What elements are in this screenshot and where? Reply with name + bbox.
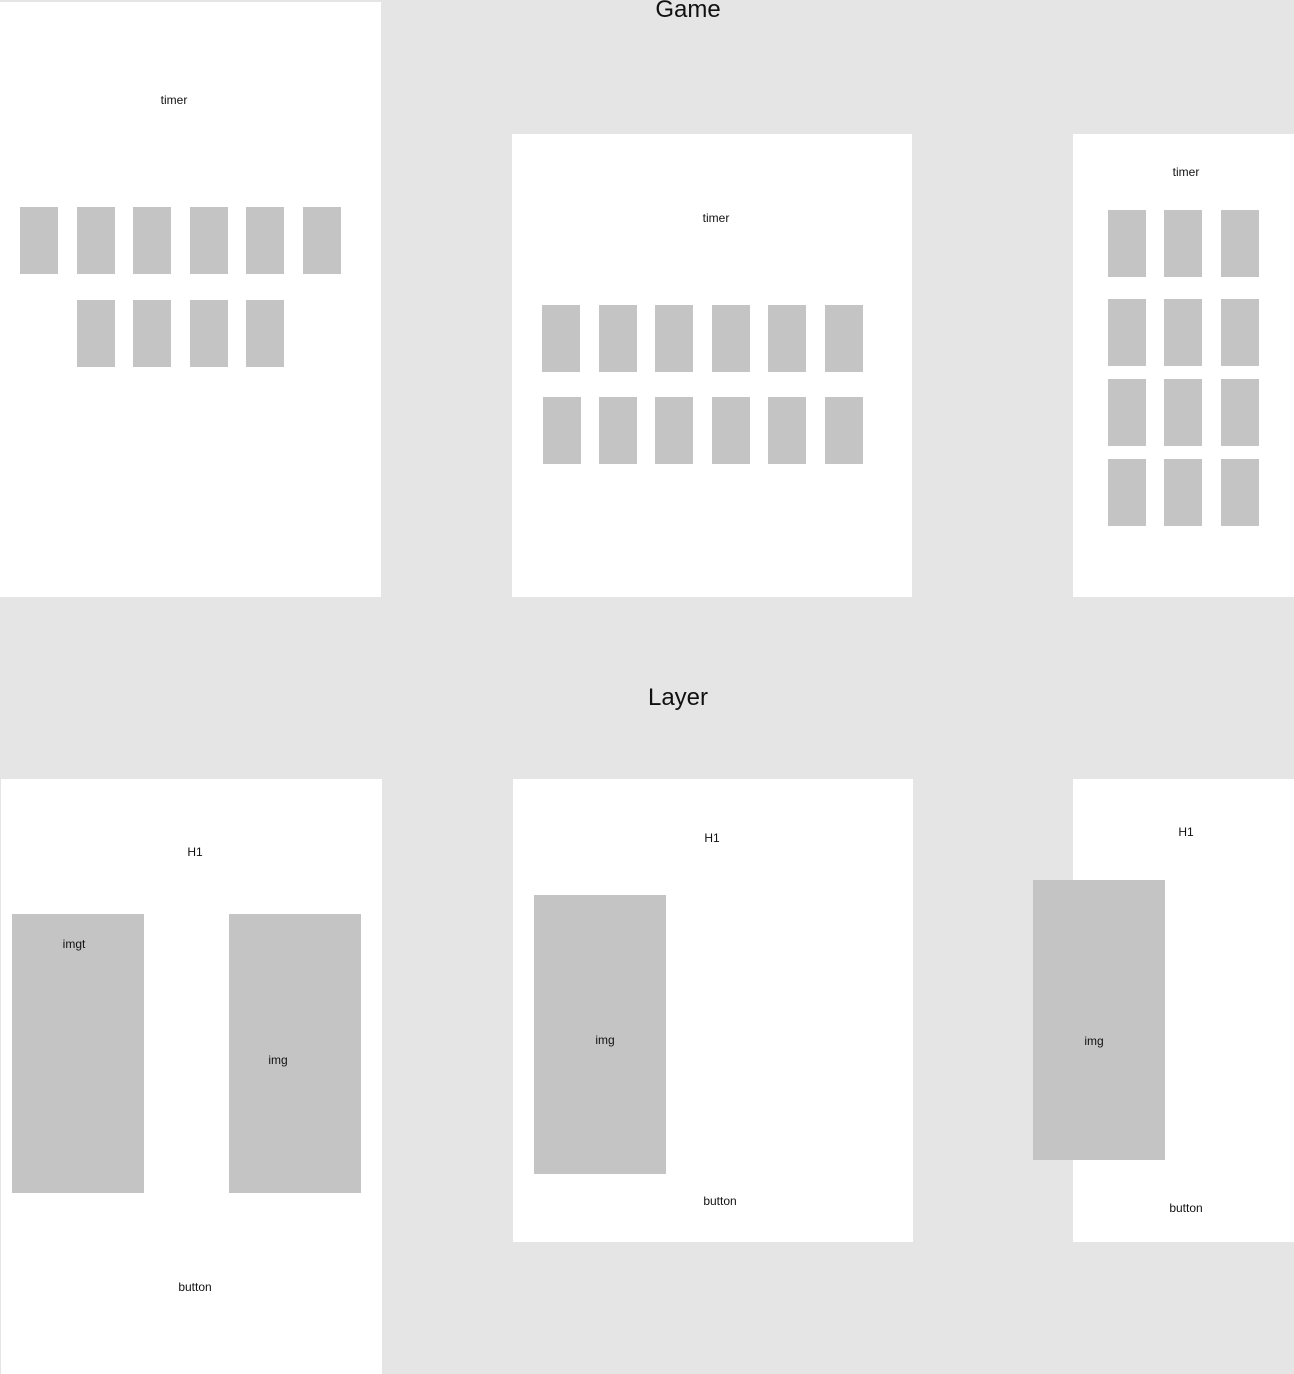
game-card[interactable] bbox=[825, 305, 863, 372]
game-desktop-frame: timer bbox=[0, 2, 381, 597]
game-card[interactable] bbox=[542, 305, 580, 372]
game-card[interactable] bbox=[77, 300, 115, 367]
heading-h1: H1 bbox=[704, 831, 720, 845]
game-card[interactable] bbox=[712, 397, 750, 464]
game-card[interactable] bbox=[599, 397, 637, 464]
image-placeholder: img bbox=[534, 895, 666, 1174]
game-card[interactable] bbox=[655, 305, 693, 372]
layer-tablet-frame: H1 img button bbox=[513, 779, 913, 1242]
timer-label: timer bbox=[702, 211, 730, 225]
game-card[interactable] bbox=[543, 397, 581, 464]
game-card[interactable] bbox=[1108, 459, 1146, 526]
game-card[interactable] bbox=[133, 300, 171, 367]
game-card[interactable] bbox=[133, 207, 171, 274]
game-card[interactable] bbox=[655, 397, 693, 464]
game-card[interactable] bbox=[1164, 379, 1202, 446]
image-placeholder: img bbox=[1033, 880, 1165, 1160]
heading-h1: H1 bbox=[187, 845, 203, 859]
button[interactable]: button bbox=[703, 1194, 736, 1208]
image-placeholder: imgt bbox=[12, 914, 144, 1193]
image-label: imgt bbox=[62, 937, 86, 951]
section-title-layer: Layer bbox=[647, 684, 709, 711]
game-card[interactable] bbox=[1221, 379, 1259, 446]
game-mobile-frame: timer bbox=[1073, 134, 1294, 597]
timer-label: timer bbox=[160, 93, 188, 107]
game-card[interactable] bbox=[1108, 210, 1146, 277]
timer-label: timer bbox=[1172, 165, 1200, 179]
game-card[interactable] bbox=[246, 207, 284, 274]
image-placeholder: img bbox=[229, 914, 361, 1193]
game-card[interactable] bbox=[190, 300, 228, 367]
game-card[interactable] bbox=[825, 397, 863, 464]
button[interactable]: button bbox=[1169, 1201, 1202, 1215]
image-label: img bbox=[595, 1033, 615, 1047]
game-card[interactable] bbox=[1221, 459, 1259, 526]
game-card[interactable] bbox=[1108, 299, 1146, 366]
game-card[interactable] bbox=[1221, 210, 1259, 277]
game-tablet-frame: timer bbox=[512, 134, 912, 597]
section-title-game: Game bbox=[655, 0, 721, 23]
layer-desktop-frame: H1 imgt img button bbox=[1, 779, 382, 1374]
game-card[interactable] bbox=[246, 300, 284, 367]
game-card[interactable] bbox=[1164, 459, 1202, 526]
game-card[interactable] bbox=[712, 305, 750, 372]
heading-h1: H1 bbox=[1178, 825, 1194, 839]
game-card[interactable] bbox=[190, 207, 228, 274]
game-card[interactable] bbox=[1164, 210, 1202, 277]
game-card[interactable] bbox=[303, 207, 341, 274]
game-card[interactable] bbox=[1164, 299, 1202, 366]
image-label: img bbox=[268, 1053, 288, 1067]
image-label: img bbox=[1084, 1034, 1104, 1048]
game-card[interactable] bbox=[77, 207, 115, 274]
game-card[interactable] bbox=[768, 305, 806, 372]
game-card[interactable] bbox=[768, 397, 806, 464]
game-card[interactable] bbox=[1108, 379, 1146, 446]
game-card[interactable] bbox=[1221, 299, 1259, 366]
game-card[interactable] bbox=[20, 207, 58, 274]
game-card[interactable] bbox=[599, 305, 637, 372]
button[interactable]: button bbox=[178, 1280, 211, 1294]
